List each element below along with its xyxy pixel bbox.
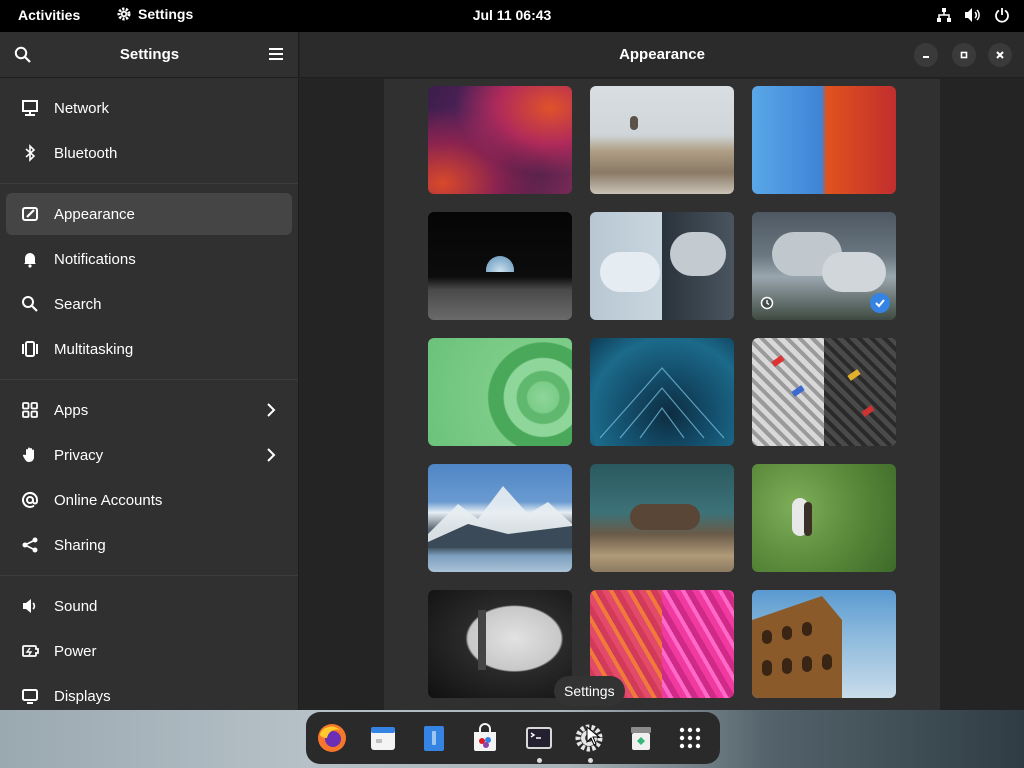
- multitasking-icon: [20, 339, 40, 359]
- top-bar: Activities Settings Jul 11 06:43: [0, 0, 1024, 32]
- sidebar-item-displays[interactable]: Displays: [6, 675, 292, 710]
- mouse-cursor: [586, 726, 600, 746]
- sidebar-item-sound[interactable]: Sound: [6, 585, 292, 627]
- bell-icon: [20, 249, 40, 269]
- sidebar-item-search[interactable]: Search: [6, 283, 292, 325]
- sidebar: Settings Network Bluetooth Appearance No…: [0, 32, 299, 710]
- sidebar-item-sharing[interactable]: Sharing: [6, 524, 292, 566]
- sidebar-item-label: Bluetooth: [54, 144, 118, 162]
- volume-icon: [965, 8, 980, 22]
- header-bar: Appearance: [300, 32, 1024, 78]
- hamburger-menu-icon[interactable]: [268, 47, 284, 61]
- sidebar-item-label: Appearance: [54, 205, 135, 223]
- dock-tooltip: Settings: [554, 676, 625, 706]
- wallpaper-tiles[interactable]: [752, 338, 896, 446]
- wallpaper-earthrise[interactable]: [428, 212, 572, 320]
- hand-icon: [20, 445, 40, 465]
- sidebar-item-power[interactable]: Power: [6, 630, 292, 672]
- sidebar-item-apps[interactable]: Apps: [6, 389, 292, 431]
- dock: [306, 712, 720, 764]
- share-icon: [20, 535, 40, 555]
- search-icon: [20, 294, 40, 314]
- speaker-icon: [20, 596, 40, 616]
- minimize-button[interactable]: [914, 43, 938, 67]
- settings-window: Settings Network Bluetooth Appearance No…: [0, 32, 1024, 710]
- sidebar-item-network[interactable]: Network: [6, 87, 292, 129]
- sidebar-group-apps: Apps Privacy Online Accounts Sharing: [0, 380, 298, 576]
- sidebar-item-notifications[interactable]: Notifications: [6, 238, 292, 280]
- sidebar-item-appearance[interactable]: Appearance: [6, 193, 292, 235]
- sidebar-item-bluetooth[interactable]: Bluetooth: [6, 132, 292, 174]
- running-indicator: [537, 758, 542, 763]
- activities-button[interactable]: Activities: [18, 7, 80, 23]
- sidebar-item-label: Sharing: [54, 536, 106, 554]
- wallpaper-blue-tunnel[interactable]: [590, 338, 734, 446]
- app-menu-label: Settings: [138, 6, 194, 22]
- sidebar-item-label: Apps: [54, 401, 89, 419]
- wallpaper-clouds-split[interactable]: [590, 212, 734, 320]
- clock-icon: [760, 296, 774, 310]
- bluetooth-icon: [20, 143, 40, 163]
- sidebar-title: Settings: [119, 46, 180, 63]
- wallpaper-purple-waves[interactable]: [428, 86, 572, 194]
- wallpaper-green-waves[interactable]: [428, 338, 572, 446]
- software-icon[interactable]: [467, 720, 503, 756]
- sidebar-group-personalization: Appearance Notifications Search Multitas…: [0, 184, 298, 380]
- sidebar-item-label: Privacy: [54, 446, 104, 464]
- minimize-icon: [923, 56, 929, 58]
- app-grid-icon[interactable]: [672, 720, 708, 756]
- sidebar-header: Settings: [0, 32, 298, 78]
- firefox-icon[interactable]: [314, 720, 350, 756]
- display-icon: [20, 686, 40, 706]
- sidebar-item-multitasking[interactable]: Multitasking: [6, 328, 292, 370]
- sidebar-item-label: Online Accounts: [54, 491, 163, 509]
- wallpaper-building[interactable]: [428, 590, 572, 698]
- sidebar-item-online-accounts[interactable]: Online Accounts: [6, 479, 292, 521]
- sidebar-item-label: Notifications: [54, 250, 136, 268]
- gear-icon: [117, 7, 131, 21]
- terminal-icon[interactable]: [521, 720, 557, 756]
- network-icon: [20, 98, 40, 118]
- running-indicator: [588, 758, 593, 763]
- app-menu[interactable]: Settings: [116, 6, 193, 22]
- apps-icon: [20, 400, 40, 420]
- close-icon: [996, 51, 1004, 59]
- wallpaper-bird-on-rock[interactable]: [590, 86, 734, 194]
- sidebar-group-connectivity: Network Bluetooth: [0, 78, 298, 184]
- system-menu[interactable]: [936, 7, 1010, 23]
- wallpaper-otter[interactable]: [590, 464, 734, 572]
- calendar-icon[interactable]: [365, 720, 401, 756]
- sidebar-item-privacy[interactable]: Privacy: [6, 434, 292, 476]
- network-icon: [937, 8, 951, 22]
- battery-icon: [20, 641, 40, 661]
- clock-label[interactable]: Jul 11 06:43: [473, 7, 552, 23]
- sidebar-item-label: Power: [54, 642, 97, 660]
- appearance-icon: [20, 204, 40, 224]
- wallpaper-mountains[interactable]: [428, 464, 572, 572]
- sidebar-item-label: Displays: [54, 687, 111, 705]
- sidebar-item-label: Search: [54, 295, 102, 313]
- sidebar-group-hardware: Sound Power Displays: [0, 576, 298, 710]
- wallpaper-blue-orange-drips[interactable]: [752, 86, 896, 194]
- wallpaper-gallery: [384, 79, 940, 710]
- sidebar-item-label: Sound: [54, 597, 98, 615]
- power-icon: [995, 8, 1009, 23]
- selected-check-icon: [870, 293, 890, 313]
- at-icon: [20, 490, 40, 510]
- trash-icon[interactable]: [623, 720, 659, 756]
- chevron-right-icon: [267, 403, 276, 417]
- chevron-right-icon: [267, 448, 276, 462]
- sidebar-item-label: Network: [54, 99, 110, 117]
- sidebar-item-label: Multitasking: [54, 340, 134, 358]
- wallpaper-clouds[interactable]: [752, 212, 896, 320]
- wallpaper-colosseum[interactable]: [752, 590, 896, 698]
- maximize-icon: [960, 51, 968, 59]
- wallpaper-osprey[interactable]: [752, 464, 896, 572]
- maximize-button[interactable]: [952, 43, 976, 67]
- close-button[interactable]: [988, 43, 1012, 67]
- main-panel: Appearance: [300, 32, 1024, 710]
- files-icon[interactable]: [416, 720, 452, 756]
